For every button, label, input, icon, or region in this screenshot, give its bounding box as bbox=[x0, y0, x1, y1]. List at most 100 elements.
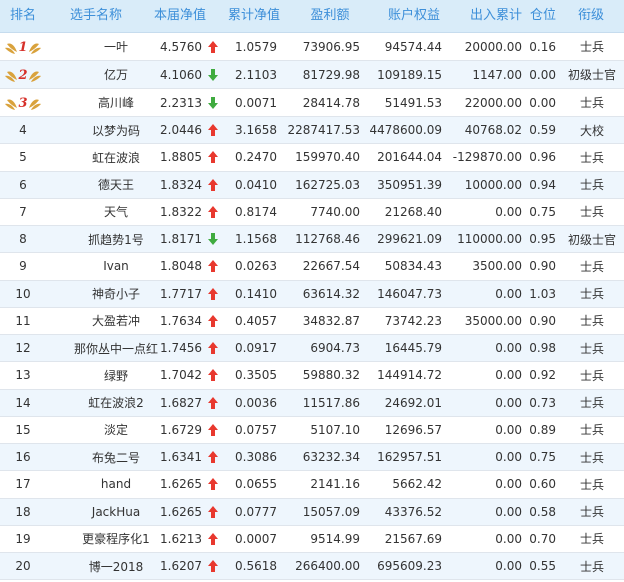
flow-cell: -129870.00 bbox=[452, 150, 522, 165]
table-row[interactable]: 20 博一2018 1.6207 0.5618 266400.00 695609.23 0.… bbox=[0, 553, 624, 581]
table-row[interactable]: 19 更豪程序化1 1.6213 0.0007 9514.99 21567.69 0.00 0… bbox=[0, 526, 624, 553]
flow-cell: 0.00 bbox=[495, 559, 522, 574]
table-row[interactable]: 15 淡定 1.6729 0.0757 5107.10 12696.57 0.00 0.89 士… bbox=[0, 417, 624, 444]
table-row[interactable]: 6 德天王 1.8324 0.0410 162725.03 350951.39 10000.… bbox=[0, 171, 624, 199]
position-cell: 0.95 bbox=[529, 232, 556, 247]
flow-cell: 20000.00 bbox=[464, 39, 522, 54]
profit-cell: 5107.10 bbox=[310, 422, 360, 437]
arrow-up-icon bbox=[206, 172, 220, 198]
rank-title-cell: 士兵 bbox=[579, 341, 604, 356]
header-nav[interactable]: 本届净值 bbox=[148, 0, 212, 32]
rank-title-cell: 士兵 bbox=[579, 40, 604, 54]
equity-cell: 73742.23 bbox=[384, 313, 442, 328]
arrow-up-icon bbox=[206, 499, 220, 525]
table-row[interactable]: 10 神奇小子 1.7717 0.1410 63614.32 146047.73 0.00 1… bbox=[0, 280, 624, 308]
position-cell: 0.90 bbox=[529, 259, 556, 274]
arrow-up-icon bbox=[206, 117, 220, 143]
table-row[interactable]: 2 亿万 4.1060 2.1103 81729.98 109189.15 1147.00 0… bbox=[0, 61, 624, 89]
cum-nav-cell: 0.8174 bbox=[235, 204, 277, 219]
rank-cell: 19 bbox=[15, 531, 31, 546]
rank-cell: 4 bbox=[19, 123, 27, 138]
arrow-up-icon bbox=[206, 33, 220, 60]
header-cum-nav[interactable]: 累计净值 bbox=[224, 0, 284, 32]
rank-cell: 10 bbox=[15, 286, 31, 301]
rank-cell: 12 bbox=[15, 341, 31, 356]
equity-cell: 12696.57 bbox=[384, 422, 442, 437]
cum-nav-cell: 0.3086 bbox=[235, 450, 277, 465]
table-row[interactable]: 17 hand 1.6265 0.0655 2141.16 5662.42 0.00 0.60… bbox=[0, 471, 624, 499]
header-flow[interactable]: 出入累计 bbox=[466, 0, 526, 32]
cum-nav-cell: 1.0579 bbox=[235, 39, 277, 54]
nav-cell: 1.7634 bbox=[160, 313, 202, 328]
medal-icon: 2 bbox=[0, 61, 46, 88]
table-row[interactable]: 3 高川峰 2.2313 0.0071 28414.78 51491.53 22000.00… bbox=[0, 89, 624, 117]
equity-cell: 4478600.09 bbox=[369, 123, 442, 138]
rank-title-cell: 初级士官 bbox=[567, 68, 616, 82]
cum-nav-cell: 0.5618 bbox=[235, 559, 277, 574]
position-cell: 0.59 bbox=[529, 123, 556, 138]
header-position[interactable]: 仓位 bbox=[526, 0, 560, 32]
table-row[interactable]: 8 抓趋势1号 1.8171 1.1568 112768.46 299621.09 1100… bbox=[0, 226, 624, 254]
table-row[interactable]: 11 大盈若冲 1.7634 0.4057 34832.87 73742.23 35000.… bbox=[0, 308, 624, 335]
table-row[interactable]: 16 布兔二号 1.6341 0.3086 63232.34 162957.51 0.00 0… bbox=[0, 444, 624, 472]
cum-nav-cell: 1.1568 bbox=[235, 232, 277, 247]
profit-cell: 266400.00 bbox=[295, 559, 360, 574]
medal-rank-number: 1 bbox=[18, 40, 27, 55]
table-row[interactable]: 18 JackHua 1.6265 0.0777 15057.09 43376.52 0.0… bbox=[0, 498, 624, 526]
rank-cell: 11 bbox=[15, 313, 31, 328]
table-row[interactable]: 13 绿野 1.7042 0.3505 59880.32 144914.72 0.00 0.9… bbox=[0, 362, 624, 390]
table-row[interactable]: 1 一叶 4.5760 1.0579 73906.95 94574.44 20000.00 0… bbox=[0, 33, 624, 61]
equity-cell: 94574.44 bbox=[384, 39, 442, 54]
table-row[interactable]: 4 以梦为码 2.0446 3.1658 2287417.53 4478600.09 407… bbox=[0, 117, 624, 145]
rank-cell: 15 bbox=[15, 422, 31, 437]
medal-rank-number: 2 bbox=[17, 68, 27, 83]
header-profit[interactable]: 盈利额 bbox=[300, 0, 360, 32]
header-rank[interactable]: 排名 bbox=[0, 0, 46, 32]
flow-cell: 0.00 bbox=[495, 204, 522, 219]
nav-cell: 1.8048 bbox=[160, 259, 202, 274]
table-row[interactable]: 5 虹在波浪 1.8805 0.2470 159970.40 201644.04 -1298… bbox=[0, 144, 624, 172]
position-cell: 0.89 bbox=[529, 422, 556, 437]
profit-cell: 59880.32 bbox=[302, 368, 360, 383]
nav-cell: 4.1060 bbox=[160, 67, 202, 82]
position-cell: 0.94 bbox=[529, 177, 556, 192]
cum-nav-cell: 0.3505 bbox=[235, 368, 277, 383]
table-row[interactable]: 14 虹在波浪2 1.6827 0.0036 11517.86 24692.01 0.00 0… bbox=[0, 389, 624, 417]
profit-cell: 63614.32 bbox=[302, 286, 360, 301]
rank-cell: 17 bbox=[15, 477, 31, 492]
rank-title-cell: 士兵 bbox=[579, 559, 604, 574]
rank-cell: 20 bbox=[15, 559, 31, 574]
header-equity[interactable]: 账户权益 bbox=[382, 0, 446, 32]
table-row[interactable]: 12 那你丛中一点红 1.7456 0.0917 6904.73 16445.79 0.00… bbox=[0, 335, 624, 363]
cum-nav-cell: 0.0757 bbox=[235, 422, 277, 437]
profit-cell: 11517.86 bbox=[302, 395, 360, 410]
rank-title-cell: 士兵 bbox=[579, 205, 604, 220]
position-cell: 1.03 bbox=[529, 286, 556, 301]
table-row[interactable]: 7 天气 1.8322 0.8174 7740.00 21268.40 0.00 0.75 士兵 bbox=[0, 199, 624, 226]
equity-cell: 51491.53 bbox=[384, 95, 442, 110]
nav-cell: 1.6265 bbox=[160, 477, 202, 492]
table-row[interactable]: 9 Ivan 1.8048 0.0263 22667.54 50834.43 3500.00… bbox=[0, 253, 624, 281]
profit-cell: 63232.34 bbox=[302, 450, 360, 465]
equity-cell: 695609.23 bbox=[377, 559, 442, 574]
header-title[interactable]: 衔级 bbox=[566, 0, 616, 32]
position-cell: 0.75 bbox=[529, 204, 556, 219]
equity-cell: 5662.42 bbox=[392, 477, 442, 492]
rank-title-cell: 士兵 bbox=[579, 259, 604, 274]
profit-cell: 34832.87 bbox=[302, 313, 360, 328]
position-cell: 0.92 bbox=[529, 368, 556, 383]
rank-cell: 14 bbox=[15, 395, 31, 410]
cum-nav-cell: 0.0655 bbox=[235, 477, 277, 492]
arrow-up-icon bbox=[206, 390, 220, 416]
rank-title-cell: 士兵 bbox=[579, 368, 604, 383]
equity-cell: 16445.79 bbox=[384, 341, 442, 356]
equity-cell: 146047.73 bbox=[377, 286, 442, 301]
medal-icon: 3 bbox=[0, 89, 46, 116]
rank-title-cell: 士兵 bbox=[579, 532, 604, 547]
rank-title-cell: 士兵 bbox=[579, 96, 604, 110]
arrow-up-icon bbox=[206, 417, 220, 443]
header-name[interactable]: 选手名称 bbox=[46, 0, 146, 32]
equity-cell: 21268.40 bbox=[384, 204, 442, 219]
nav-cell: 1.6827 bbox=[160, 395, 202, 410]
ranking-table: 排名 选手名称 本届净值 累计净值 盈利额 账户权益 出入累计 仓位 衔级 1一… bbox=[0, 0, 624, 582]
